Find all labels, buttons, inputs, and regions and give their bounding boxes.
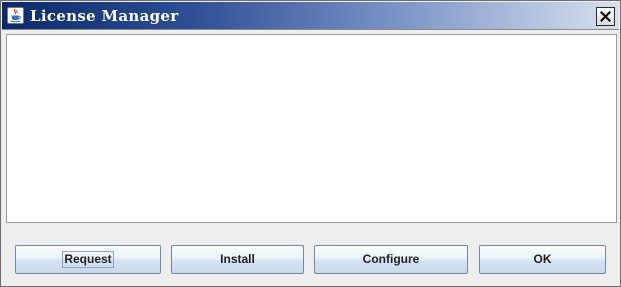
install-button-label: Install (220, 252, 255, 266)
license-manager-window: License Manager Request Install Configur… (0, 0, 621, 287)
java-coffee-icon (7, 7, 24, 24)
ok-button-label: OK (533, 252, 552, 266)
close-icon (600, 11, 611, 22)
license-list-area (6, 34, 617, 223)
request-button[interactable]: Request (15, 245, 161, 274)
ok-button[interactable]: OK (479, 245, 606, 274)
install-button[interactable]: Install (171, 245, 304, 274)
configure-button-label: Configure (362, 252, 420, 266)
request-button-label: Request (62, 251, 114, 269)
close-button[interactable] (596, 7, 615, 26)
title-bar[interactable]: License Manager (2, 2, 619, 30)
configure-button[interactable]: Configure (314, 245, 468, 274)
window-title: License Manager (30, 7, 179, 25)
